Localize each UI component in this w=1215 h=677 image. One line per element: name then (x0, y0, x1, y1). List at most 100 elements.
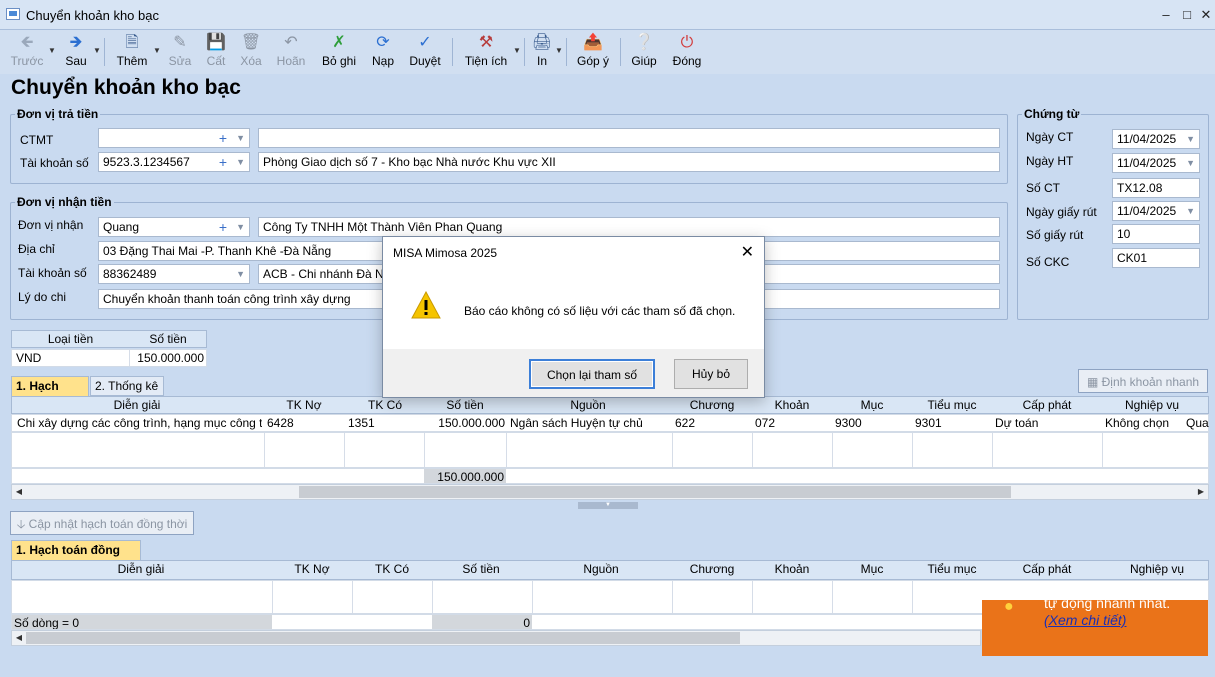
tab-hach-toan-dong-thoi[interactable]: 1. Hạch toán đồng thời (11, 540, 141, 575)
so-ckc-field[interactable]: CK01 (1112, 248, 1200, 268)
cancel-button[interactable]: Hủy bỏ (674, 359, 748, 389)
cell-khoan: 072 (755, 416, 776, 430)
ngay-ht-date[interactable]: 11/04/2025 ▼ (1112, 153, 1200, 173)
chevron-down-icon[interactable]: ▼ (236, 153, 245, 171)
table-row[interactable]: Chi xây dựng các công trình, hạng mục cô… (11, 414, 1209, 432)
chevron-down-icon[interactable]: ▼ (236, 265, 245, 283)
toolbar-separator (104, 38, 105, 66)
scroll-left-icon[interactable]: ◀ (12, 485, 26, 499)
plus-icon[interactable]: + (219, 218, 227, 236)
quick-post-button[interactable]: ▦ Định khoản nhanh (1078, 369, 1208, 393)
plus-icon[interactable]: + (219, 153, 227, 171)
back-button[interactable]: 🡸 Trước (8, 32, 46, 72)
dialog-message: Báo cáo không có số liệu với các tham số… (464, 304, 736, 318)
scroll-thumb[interactable] (26, 632, 740, 644)
ngay-ct-label: Ngày CT (1026, 130, 1074, 144)
ctmt-combo[interactable]: + ▼ (98, 128, 250, 148)
reload-button[interactable]: ⟳ Nạp (368, 32, 398, 72)
toolbar: 🡸 Trước ▼ 🡺 Sau ▼ 🗎 Thêm ▼ ✎ Sửa 💾 Cất 🗑… (0, 30, 1215, 74)
ngay-ct-date[interactable]: 11/04/2025 ▼ (1112, 129, 1200, 149)
unpost-button[interactable]: ✗ Bỏ ghi (318, 32, 360, 72)
scroll-left-icon[interactable]: ◀ (12, 631, 26, 645)
close-icon[interactable]: ✕ (741, 242, 754, 262)
save-button[interactable]: 💾 Cất (202, 32, 230, 72)
voucher-legend: Chứng từ (1022, 107, 1082, 121)
delete-button[interactable]: 🗑 Xóa (236, 32, 266, 72)
payee-unit-name[interactable]: Công Ty TNHH Một Thành Viên Phan Quang (258, 217, 1000, 237)
chevron-down-icon[interactable]: ▼ (1186, 154, 1195, 172)
chevron-down-icon[interactable]: ▼ (1186, 202, 1195, 220)
grid-divider (532, 581, 533, 613)
grid-divider (672, 433, 673, 467)
maximize-icon[interactable]: □ (1178, 6, 1196, 24)
cell-muc: 9300 (835, 416, 862, 430)
add-button[interactable]: 🗎 Thêm (114, 32, 150, 72)
payee-unit-combo[interactable]: Quang + ▼ (98, 217, 250, 237)
payee-address-label: Địa chỉ (18, 242, 55, 256)
payee-account-combo[interactable]: 88362489 ▼ (98, 264, 250, 284)
posting-header: Diễn giải TK Nợ TK Có Số tiền Nguồn Chươ… (11, 396, 1209, 414)
payer-account-desc[interactable]: Phòng Giao dịch số 7 - Kho bạc Nhà nước … (258, 152, 1000, 172)
close-icon[interactable]: ✕ (1197, 6, 1215, 24)
col-muc: Mục (860, 398, 884, 412)
col-tieu-muc: Tiểu mục (927, 398, 977, 412)
print-button[interactable]: 🖨 In (530, 32, 554, 72)
col-nguon: Nguồn (570, 398, 606, 412)
forward-button[interactable]: 🡺 Sau (60, 32, 92, 72)
utilities-dropdown-icon[interactable]: ▼ (513, 46, 521, 55)
chevron-down-icon[interactable]: ▼ (236, 129, 245, 147)
chevron-down-icon[interactable]: ▼ (236, 218, 245, 236)
payer-account-combo[interactable]: 9523.3.1234567 + ▼ (98, 152, 250, 172)
tab-hach-toan[interactable]: 1. Hạch toán (11, 376, 89, 411)
grid-divider (1102, 433, 1103, 467)
minimize-icon[interactable]: – (1157, 6, 1175, 24)
power-icon: ⏻ (680, 34, 694, 51)
ctmt-desc-field[interactable] (258, 128, 1000, 148)
grid-divider (912, 433, 913, 467)
title-bar: Chuyển khoản kho bạc – □ ✕ (0, 0, 1215, 30)
details-link[interactable]: (Xem chi tiết) (1044, 612, 1126, 628)
add-dropdown-icon[interactable]: ▼ (153, 46, 161, 55)
tab-thong-ke[interactable]: 2. Thống kê (90, 376, 164, 396)
currency-row[interactable]: VND 150.000.000 (11, 349, 207, 367)
scroll-thumb[interactable] (299, 486, 1011, 498)
grid-divider (832, 581, 833, 613)
ngay-giay-rut-date[interactable]: 11/04/2025 ▼ (1112, 201, 1200, 221)
table-empty-rows[interactable] (11, 432, 1209, 468)
col-khoan: Khoản (774, 562, 810, 576)
forward-dropdown-icon[interactable]: ▼ (93, 46, 101, 55)
so-ct-label: Số CT (1026, 181, 1061, 195)
utilities-button[interactable]: ⚒ Tiện ích (462, 32, 510, 72)
cell-chuong: 622 (675, 416, 696, 430)
edit-button[interactable]: ✎ Sửa (166, 32, 194, 72)
print-dropdown-icon[interactable]: ▼ (555, 46, 563, 55)
retry-button[interactable]: Chọn lại tham số (529, 359, 655, 389)
refresh-icon: ⟳ (376, 34, 390, 51)
undo-button[interactable]: ↶ Hoãn (274, 32, 308, 72)
currency-type: VND (16, 351, 42, 365)
cell-nghiep-vu: Không chọn (1105, 416, 1170, 430)
col-cap-phat: Cấp phát (1022, 562, 1072, 576)
so-ct-field[interactable]: TX12.08 (1112, 178, 1200, 198)
approve-button[interactable]: ✓ Duyệt (406, 32, 444, 72)
grid-divider (832, 433, 833, 467)
simul-scrollbar[interactable]: ◀ (11, 630, 981, 646)
cell-extra: Qua (1186, 416, 1209, 430)
close-button[interactable]: ⏻ Đóng (668, 32, 706, 72)
chevron-down-icon[interactable]: ▼ (1186, 130, 1195, 148)
update-simul-button[interactable]: 🡣 Cập nhật hạch toán đồng thời (10, 511, 194, 535)
warning-icon (411, 291, 441, 319)
so-giay-rut-field[interactable]: 10 (1112, 224, 1200, 244)
back-dropdown-icon[interactable]: ▼ (48, 46, 56, 55)
posting-scrollbar[interactable]: ◀ ▶ (11, 484, 1209, 500)
currency-amount: 150.000.000 (137, 351, 204, 365)
simul-total: 0 (432, 615, 532, 629)
col-so-tien: Số tiền (446, 398, 484, 412)
splitter-handle[interactable]: ▼ (578, 502, 638, 509)
help-button[interactable]: ❔ Giúp (628, 32, 660, 72)
notification-toast[interactable]: ● tự động nhanh nhất. (Xem chi tiết) (982, 600, 1208, 656)
plus-icon[interactable]: + (219, 129, 227, 147)
posting-total-row: 150.000.000 (11, 468, 1209, 484)
feedback-button[interactable]: 📤 Góp ý (574, 32, 612, 72)
scroll-right-icon[interactable]: ▶ (1194, 485, 1208, 499)
